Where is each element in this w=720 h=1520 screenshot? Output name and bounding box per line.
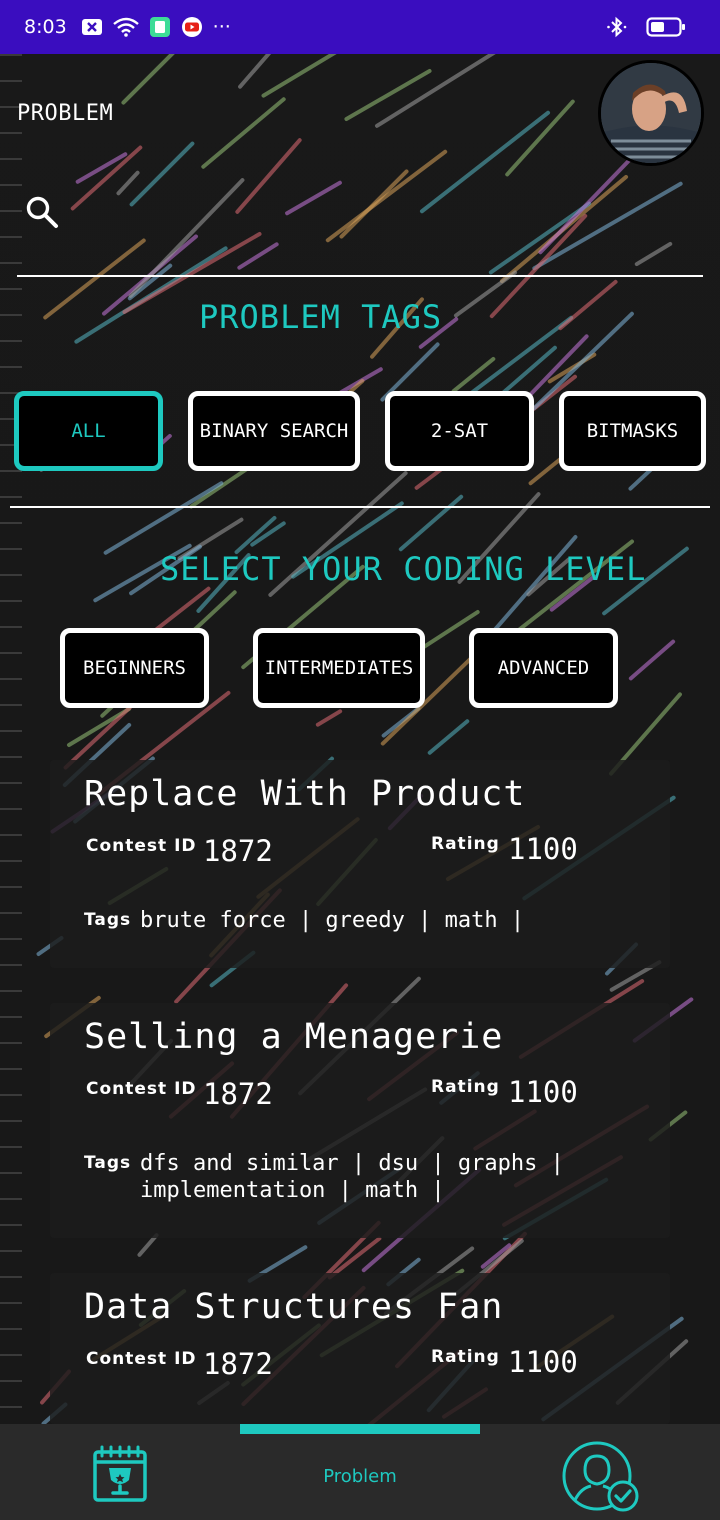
page-title: PROBLEM: [17, 101, 114, 126]
wifi-icon: [112, 17, 139, 37]
profile-check-icon[interactable]: [561, 1440, 641, 1520]
status-bar: 8:03 ···: [0, 0, 720, 54]
avatar-photo: [601, 63, 701, 163]
code-texture-line: [315, 708, 343, 728]
contest-id-value: 1872: [203, 1347, 273, 1381]
tags-label: Tags: [84, 910, 132, 930]
rating-value: 1100: [508, 1075, 578, 1109]
problem-card[interactable]: Selling a Menagerie Contest ID 1872 Rati…: [50, 1003, 670, 1238]
tag-chip-label: BITMASKS: [586, 420, 679, 442]
code-texture-line: [102, 480, 225, 556]
battery-icon: [646, 16, 686, 38]
level-chip-label: ADVANCED: [497, 657, 590, 679]
coding-level-title: SELECT YOUR CODING LEVEL: [160, 550, 647, 588]
rating-label: Rating: [431, 834, 500, 854]
level-chip-label: BEGINNERS: [83, 657, 186, 679]
level-chip-intermediates[interactable]: INTERMEDIATES: [253, 628, 425, 708]
code-texture-line: [426, 718, 471, 756]
active-tab-indicator: [240, 1424, 480, 1434]
search-underline: [17, 275, 703, 277]
search-icon[interactable]: [24, 194, 60, 230]
code-texture-line: [628, 638, 676, 682]
bottom-nav: Problem: [0, 1424, 720, 1520]
tag-chip-bitmasks[interactable]: BITMASKS: [559, 391, 706, 471]
problem-tags: brute force | greedy | math |: [140, 908, 525, 933]
code-texture-line: [343, 68, 433, 122]
app-icon: [149, 16, 171, 38]
level-chip-advanced[interactable]: ADVANCED: [469, 628, 618, 708]
tag-chip-2-sat[interactable]: 2-SAT: [385, 391, 534, 471]
code-texture-line: [284, 180, 343, 216]
code-texture-line: [115, 169, 141, 197]
status-time: 8:03: [24, 16, 67, 38]
problem-card[interactable]: Replace With Product Contest ID 1872 Rat…: [50, 760, 670, 968]
rating-value: 1100: [508, 832, 578, 866]
level-chip-label: INTERMEDIATES: [264, 657, 414, 679]
code-texture-line: [634, 241, 673, 267]
rating-value: 1100: [508, 1345, 578, 1379]
trophy-calendar-icon[interactable]: [92, 1444, 150, 1508]
code-texture-line: [127, 177, 246, 299]
tag-chip-label: 2-SAT: [430, 420, 489, 442]
code-texture-line: [236, 241, 280, 271]
contest-id-label: Contest ID: [86, 836, 197, 856]
code-texture-line: [488, 213, 589, 319]
contest-id-value: 1872: [203, 1077, 273, 1111]
problem-title: Selling a Menagerie: [84, 1017, 504, 1057]
problem-title: Replace With Product: [84, 774, 526, 814]
contest-id-label: Contest ID: [86, 1349, 197, 1369]
tag-chip-binary-search[interactable]: BINARY SEARCH: [188, 391, 360, 471]
tag-chip-label: BINARY SEARCH: [199, 420, 349, 442]
code-texture-line: [234, 137, 303, 215]
code-texture-line: [120, 54, 182, 106]
close-box-icon: [81, 18, 103, 36]
rating-label: Rating: [431, 1347, 500, 1367]
code-texture-line: [419, 109, 551, 215]
tag-chip-label: ALL: [71, 420, 106, 442]
youtube-icon: [181, 16, 203, 38]
bluetooth-icon: [606, 16, 628, 38]
line-number-gutter: [0, 54, 22, 1424]
level-chip-beginners[interactable]: BEGINNERS: [60, 628, 209, 708]
contest-id-value: 1872: [203, 834, 273, 868]
code-texture-line: [260, 54, 369, 99]
nav-item-problem[interactable]: Problem: [240, 1466, 480, 1487]
code-texture-line: [557, 279, 619, 331]
more-icon: ···: [212, 16, 231, 38]
code-texture-line: [397, 493, 465, 553]
problem-tags: dfs and similar | dsu | graphs | impleme…: [140, 1151, 564, 1203]
section-divider: [10, 506, 710, 508]
code-texture-line: [200, 96, 287, 170]
tags-label: Tags: [84, 1153, 132, 1173]
contest-id-label: Contest ID: [86, 1079, 197, 1099]
tag-chip-all[interactable]: ALL: [14, 391, 163, 471]
problem-card[interactable]: Data Structures Fan Contest ID 1872 Rati…: [50, 1273, 670, 1424]
rating-label: Rating: [431, 1077, 500, 1097]
problem-tags-title: PROBLEM TAGS: [199, 298, 443, 336]
profile-avatar[interactable]: [598, 60, 704, 166]
code-texture-line: [324, 148, 449, 244]
problem-title: Data Structures Fan: [84, 1287, 504, 1327]
